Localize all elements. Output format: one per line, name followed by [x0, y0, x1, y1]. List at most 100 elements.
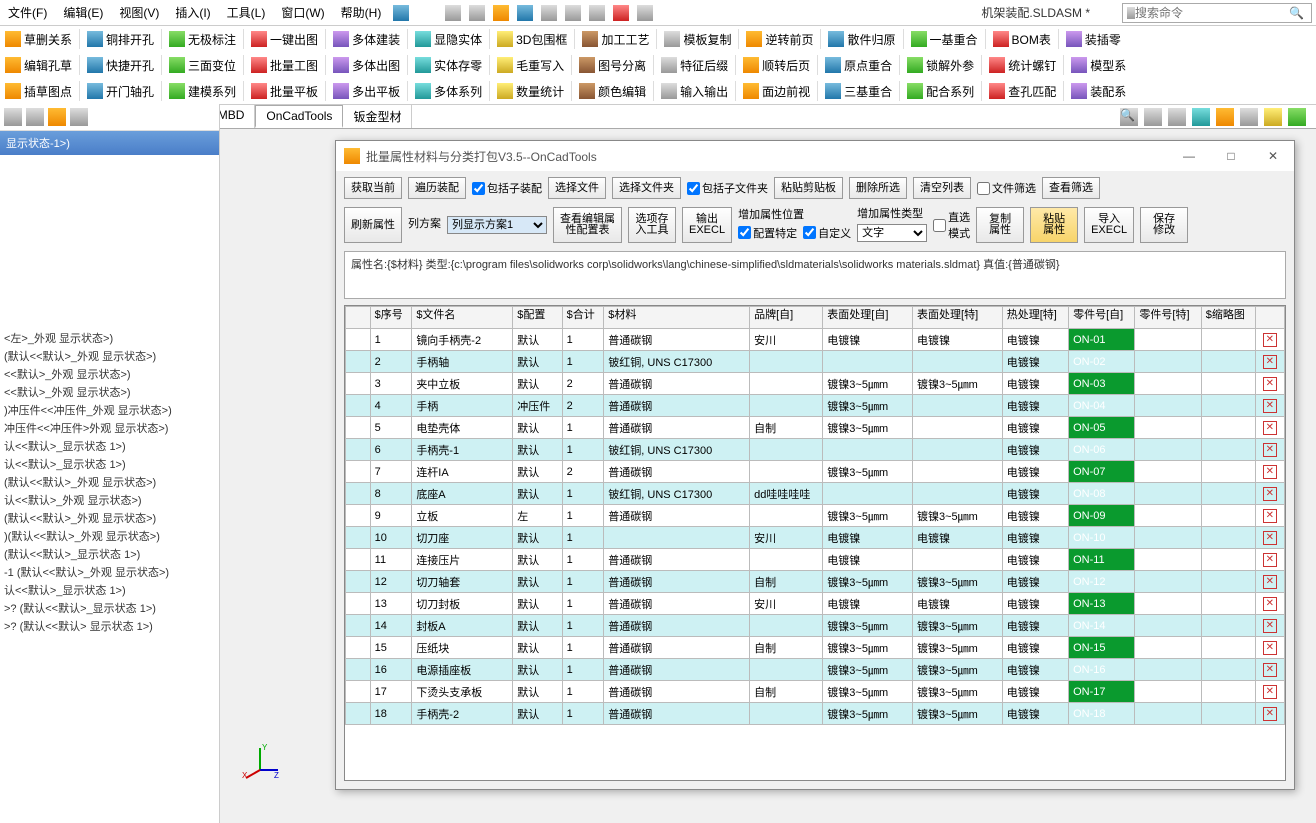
menu-window[interactable]: 窗口(W) [277, 2, 328, 23]
cell[interactable] [913, 351, 1003, 373]
cell[interactable]: 左 [513, 505, 562, 527]
cell[interactable]: ON-11 [1069, 549, 1135, 571]
cell[interactable]: 镀镍3~5㎛m [913, 703, 1003, 725]
cell[interactable] [913, 395, 1003, 417]
cell[interactable]: 默认 [513, 615, 562, 637]
cell[interactable] [346, 461, 371, 483]
cell[interactable]: 1 [562, 615, 604, 637]
tree-item[interactable]: >? (默认<<默认> 显示状态 1>) [2, 617, 217, 635]
cell[interactable]: ✕ [1255, 637, 1284, 659]
home-icon[interactable] [445, 5, 461, 21]
col-header-7[interactable]: 表面处理[自] [823, 307, 913, 329]
cell[interactable] [346, 703, 371, 725]
cell[interactable] [346, 351, 371, 373]
cell[interactable] [1201, 483, 1255, 505]
cell[interactable]: 普通碳钢 [604, 637, 750, 659]
menu-view[interactable]: 视图(V) [115, 2, 163, 23]
cell[interactable]: ON-04 [1069, 395, 1135, 417]
tree-item[interactable]: -1 (默认<<默认>_外观 显示状态>) [2, 563, 217, 581]
cell[interactable]: 默认 [513, 571, 562, 593]
cell[interactable] [913, 439, 1003, 461]
cell[interactable] [1135, 659, 1201, 681]
cell[interactable] [1201, 615, 1255, 637]
pin-icon[interactable] [393, 5, 409, 21]
cell[interactable]: 13 [370, 593, 412, 615]
cell[interactable]: 电镀镍 [823, 527, 913, 549]
cell[interactable]: 镀镍3~5㎛m [823, 373, 913, 395]
direct-mode-checkbox[interactable]: 直选 模式 [933, 209, 970, 241]
cell[interactable]: 立板 [412, 505, 513, 527]
delete-row-icon[interactable]: ✕ [1263, 487, 1277, 501]
menu-file[interactable]: 文件(F) [4, 2, 51, 23]
ribbon-r1-6[interactable]: 3D包围框 [494, 30, 570, 49]
table-row[interactable]: 8底座A默认1铍红铜, UNS C17300dd哇哇哇哇电镀镍ON-08✕ [346, 483, 1285, 505]
cell[interactable]: ✕ [1255, 593, 1284, 615]
cell[interactable]: 默认 [513, 703, 562, 725]
cell[interactable]: 镀镍3~5㎛m [913, 615, 1003, 637]
cell[interactable] [750, 351, 823, 373]
cell[interactable]: 默认 [513, 483, 562, 505]
include-sub-folder-checkbox[interactable]: 包括子文件夹 [687, 180, 768, 196]
cell[interactable]: 1 [562, 571, 604, 593]
cell[interactable]: 默认 [513, 593, 562, 615]
cell[interactable] [346, 549, 371, 571]
cell[interactable] [1201, 659, 1255, 681]
zoom-fit-icon[interactable] [1144, 108, 1162, 126]
save-changes-button[interactable]: 保存 修改 [1140, 207, 1188, 243]
delete-row-icon[interactable]: ✕ [1263, 443, 1277, 457]
cell[interactable]: 默认 [513, 637, 562, 659]
cell[interactable]: 普通碳钢 [604, 681, 750, 703]
cell[interactable] [1135, 439, 1201, 461]
cell[interactable] [750, 615, 823, 637]
cell[interactable]: 12 [370, 571, 412, 593]
scene-icon[interactable] [1288, 108, 1306, 126]
table-row[interactable]: 17下烫头支承板默认1普通碳钢自制镀镍3~5㎛m镀镍3~5㎛m电镀镍ON-17✕ [346, 681, 1285, 703]
ribbon-r2-0[interactable]: 编辑孔草 [2, 56, 75, 75]
tree-item[interactable]: (默认<<默认>_外观 显示状态>) [2, 347, 217, 365]
cell[interactable]: 镀镍3~5㎛m [823, 659, 913, 681]
ribbon-r3-10[interactable]: 三基重合 [822, 82, 895, 101]
cell[interactable] [1201, 571, 1255, 593]
cell[interactable] [346, 681, 371, 703]
cell[interactable]: 普通碳钢 [604, 615, 750, 637]
open-icon[interactable] [493, 5, 509, 21]
cell[interactable]: 自制 [750, 637, 823, 659]
maximize-button[interactable]: □ [1218, 149, 1244, 163]
cell[interactable] [346, 395, 371, 417]
cell[interactable]: ON-05 [1069, 417, 1135, 439]
delete-row-icon[interactable]: ✕ [1263, 531, 1277, 545]
cell[interactable] [346, 659, 371, 681]
options-icon[interactable] [637, 5, 653, 21]
cell[interactable]: 电镀镍 [1002, 351, 1068, 373]
delete-row-icon[interactable]: ✕ [1263, 399, 1277, 413]
config-specific-checkbox[interactable]: 配置特定 [738, 225, 797, 241]
cell[interactable]: 8 [370, 483, 412, 505]
col-header-8[interactable]: 表面处理[特] [913, 307, 1003, 329]
cell[interactable]: 2 [562, 461, 604, 483]
cell[interactable]: 切刀封板 [412, 593, 513, 615]
cell[interactable] [1201, 351, 1255, 373]
tree-item[interactable]: <<默认>_外观 显示状态>) [2, 383, 217, 401]
cell[interactable]: 默认 [513, 681, 562, 703]
cell[interactable] [1135, 571, 1201, 593]
cell[interactable] [750, 505, 823, 527]
cell[interactable]: ON-13 [1069, 593, 1135, 615]
cell[interactable] [346, 505, 371, 527]
cell[interactable]: 6 [370, 439, 412, 461]
ribbon-r2-1[interactable]: 快捷开孔 [84, 56, 157, 75]
ribbon-r3-3[interactable]: 批量平板 [248, 82, 321, 101]
cell[interactable] [1135, 681, 1201, 703]
tree-icon[interactable] [4, 108, 22, 126]
cell[interactable] [1201, 417, 1255, 439]
cell[interactable]: 默认 [513, 373, 562, 395]
traverse-assembly-button[interactable]: 遍历装配 [408, 177, 466, 199]
ribbon-r3-5[interactable]: 多体系列 [412, 82, 485, 101]
ribbon-r3-7[interactable]: 颜色编辑 [576, 82, 649, 101]
get-current-button[interactable]: 获取当前 [344, 177, 402, 199]
cell[interactable]: ON-15 [1069, 637, 1135, 659]
cell[interactable]: ✕ [1255, 483, 1284, 505]
delete-row-icon[interactable]: ✕ [1263, 509, 1277, 523]
cell[interactable]: 1 [562, 439, 604, 461]
cell[interactable] [913, 549, 1003, 571]
delete-row-icon[interactable]: ✕ [1263, 333, 1277, 347]
